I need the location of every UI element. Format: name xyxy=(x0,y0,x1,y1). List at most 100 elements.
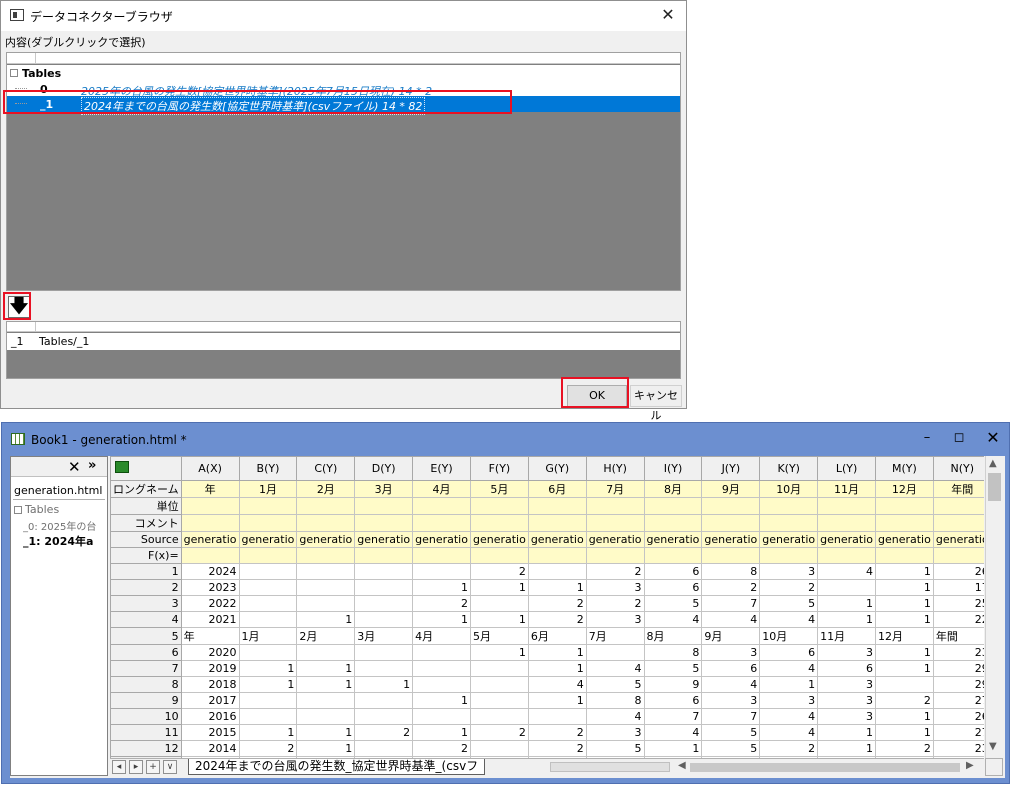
data-cell[interactable] xyxy=(469,708,529,725)
data-cell[interactable]: 4 xyxy=(759,660,819,677)
row-number[interactable]: 9 xyxy=(110,692,182,709)
data-cell[interactable]: 7月 xyxy=(585,627,645,645)
metadata-cell[interactable] xyxy=(469,497,529,515)
data-cell[interactable]: 6 xyxy=(643,579,703,596)
add-sheet-icon[interactable]: + xyxy=(146,760,160,774)
data-cell[interactable]: 2015 xyxy=(180,724,240,741)
data-cell[interactable]: 1 xyxy=(817,724,876,741)
data-cell[interactable] xyxy=(412,644,471,661)
data-cell[interactable]: 1 xyxy=(874,660,934,677)
data-cell[interactable]: 2 xyxy=(469,563,529,580)
data-cell[interactable]: 5月 xyxy=(469,627,529,645)
expand-icon[interactable]: » xyxy=(88,458,96,473)
metadata-row-header[interactable]: コメント xyxy=(110,514,182,532)
data-cell[interactable]: 23 xyxy=(932,740,984,757)
data-cell[interactable]: 22 xyxy=(932,611,984,628)
metadata-cell[interactable]: 5月 xyxy=(469,480,529,498)
sheet-list-icon[interactable]: ∨ xyxy=(163,760,177,774)
metadata-cell[interactable] xyxy=(238,514,298,532)
metadata-cell[interactable] xyxy=(412,497,471,515)
metadata-cell[interactable] xyxy=(238,497,298,515)
metadata-cell[interactable] xyxy=(296,514,356,532)
next-sheet-icon[interactable]: ▸ xyxy=(129,760,143,774)
data-cell[interactable] xyxy=(469,660,529,677)
sheet-tab[interactable]: 2024年までの台風の発生数_協定世界時基準_(csvフ xyxy=(188,759,486,775)
data-cell[interactable]: 2020 xyxy=(180,644,240,661)
metadata-cell[interactable] xyxy=(643,497,703,515)
metadata-cell[interactable] xyxy=(817,514,876,532)
data-cell[interactable] xyxy=(354,644,414,661)
data-cell[interactable]: 3 xyxy=(817,708,876,725)
metadata-row-header[interactable]: Source xyxy=(110,531,182,548)
cancel-button[interactable]: キャンセル xyxy=(630,385,682,422)
data-cell[interactable] xyxy=(238,708,298,725)
data-cell[interactable] xyxy=(817,579,876,596)
data-cell[interactable]: 3 xyxy=(585,579,645,596)
data-cell[interactable]: 2 xyxy=(354,724,414,741)
data-cell[interactable] xyxy=(296,595,356,612)
organizer-item-1[interactable]: _1: 2024年a xyxy=(23,533,107,549)
data-cell[interactable]: 2 xyxy=(874,740,934,757)
data-cell[interactable]: 年間 xyxy=(932,627,984,645)
metadata-cell[interactable] xyxy=(527,547,587,564)
data-cell[interactable] xyxy=(238,611,298,628)
data-cell[interactable]: 2 xyxy=(701,579,761,596)
metadata-cell[interactable] xyxy=(527,514,587,532)
metadata-cell[interactable] xyxy=(354,547,414,564)
row-number[interactable]: 7 xyxy=(110,660,182,677)
organizer-file-name[interactable]: generation.html xyxy=(14,484,102,497)
metadata-cell[interactable] xyxy=(527,497,587,515)
data-cell[interactable]: 1 xyxy=(874,644,934,661)
data-cell[interactable]: 1 xyxy=(354,676,414,693)
metadata-cell[interactable]: generatio xyxy=(238,531,298,548)
column-header[interactable]: A(X) xyxy=(180,456,240,481)
metadata-cell[interactable] xyxy=(412,514,471,532)
data-cell[interactable] xyxy=(238,644,298,661)
data-cell[interactable]: 1 xyxy=(527,579,587,596)
data-cell[interactable]: 6月 xyxy=(527,627,587,645)
row-number[interactable]: 10 xyxy=(110,708,182,725)
data-cell[interactable]: 2 xyxy=(527,740,587,757)
metadata-cell[interactable]: 4月 xyxy=(412,480,471,498)
row-number[interactable]: 8 xyxy=(110,676,182,693)
data-cell[interactable]: 3 xyxy=(759,563,819,580)
metadata-cell[interactable] xyxy=(469,514,529,532)
data-cell[interactable]: 2014 xyxy=(180,740,240,757)
data-cell[interactable] xyxy=(354,660,414,677)
data-cell[interactable]: 3月 xyxy=(354,627,414,645)
data-cell[interactable]: 6 xyxy=(643,563,703,580)
data-cell[interactable]: 2 xyxy=(412,595,471,612)
worksheet-table[interactable]: A(X) B(Y) C(Y) D(Y) E(Y) F(Y) G(Y) H(Y) I(Y) J(Y)… xyxy=(110,456,984,758)
data-cell[interactable]: 1 xyxy=(527,660,587,677)
metadata-cell[interactable] xyxy=(643,547,703,564)
data-cell[interactable]: 2022 xyxy=(180,595,240,612)
metadata-cell[interactable]: 年 xyxy=(180,480,240,498)
data-cell[interactable]: 1 xyxy=(817,611,876,628)
data-cell[interactable] xyxy=(296,579,356,596)
scroll-thumb[interactable] xyxy=(690,763,960,772)
data-cell[interactable]: 4 xyxy=(759,708,819,725)
data-cell[interactable]: 8 xyxy=(701,563,761,580)
data-cell[interactable]: 7 xyxy=(643,708,703,725)
column-header[interactable]: F(Y) xyxy=(469,456,529,481)
data-cell[interactable]: 1 xyxy=(296,740,356,757)
vertical-scrollbar[interactable]: ▲ ▼ xyxy=(985,456,1003,758)
maximize-icon[interactable]: ◻ xyxy=(945,428,973,448)
metadata-cell[interactable] xyxy=(585,514,645,532)
data-cell[interactable] xyxy=(354,579,414,596)
data-cell[interactable]: 3 xyxy=(585,724,645,741)
data-cell[interactable]: 3 xyxy=(701,692,761,709)
data-cell[interactable]: 8 xyxy=(643,644,703,661)
data-cell[interactable]: 3 xyxy=(759,692,819,709)
metadata-row-header[interactable]: 単位 xyxy=(110,497,182,515)
tree-root-tables[interactable]: Tables xyxy=(7,65,680,81)
data-cell[interactable]: 2019 xyxy=(180,660,240,677)
data-cell[interactable]: 年 xyxy=(180,627,240,645)
data-cell[interactable] xyxy=(354,692,414,709)
data-cell[interactable]: 2 xyxy=(527,611,587,628)
data-cell[interactable] xyxy=(238,595,298,612)
data-cell[interactable] xyxy=(238,563,298,580)
collapse-icon[interactable] xyxy=(10,69,18,77)
data-cell[interactable] xyxy=(469,740,529,757)
data-cell[interactable]: 7 xyxy=(701,708,761,725)
